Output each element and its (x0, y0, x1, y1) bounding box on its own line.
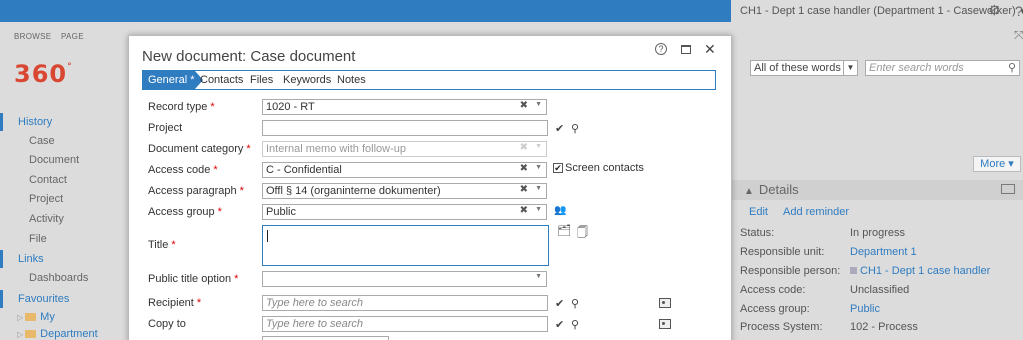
required-marker: * (239, 185, 244, 197)
access-group-label: Access group * (148, 206, 222, 218)
copy-to-input[interactable]: Type here to search (262, 316, 548, 332)
required-marker: * (246, 143, 251, 155)
checkmark-icon[interactable]: ✔ (555, 122, 564, 135)
next-field-input[interactable] (262, 336, 389, 340)
public-title-option-select[interactable]: ▼ (262, 271, 547, 287)
title-label-text: Title (148, 239, 169, 251)
clear-icon[interactable]: ✖ (520, 100, 528, 111)
access-group-value: Public (266, 206, 296, 218)
tab-contacts[interactable]: Contacts (200, 74, 243, 86)
help-icon[interactable]: ? (655, 43, 667, 55)
project-label: Project (148, 122, 183, 134)
search-icon[interactable]: ⚲ (571, 318, 579, 331)
clear-icon[interactable]: ✖ (520, 205, 528, 216)
document-category-label: Document category * (148, 143, 251, 155)
close-icon[interactable]: ✕ (704, 41, 716, 58)
chevron-down-icon[interactable]: ▼ (535, 185, 542, 192)
required-marker: * (213, 164, 218, 176)
record-type-select[interactable]: 1020 - RT ✖ ▼ (262, 99, 547, 115)
chevron-down-icon: ▼ (535, 143, 542, 150)
record-type-label-text: Record type (148, 101, 208, 113)
access-paragraph-value: Offl § 14 (organinterne dokumenter) (266, 185, 441, 197)
chevron-down-icon[interactable]: ▼ (535, 164, 542, 171)
access-paragraph-label: Access paragraph * (148, 185, 244, 197)
access-code-value: C - Confidential (266, 164, 342, 176)
tab-files[interactable]: Files (250, 74, 273, 86)
required-marker: * (171, 239, 176, 251)
clear-icon[interactable]: ✖ (520, 163, 528, 174)
recipient-label-text: Recipient (148, 297, 194, 309)
new-document-dialog: New document: Case document ? ✕ General … (128, 35, 732, 340)
chevron-down-icon[interactable]: ▼ (535, 273, 542, 280)
tab-notes[interactable]: Notes (337, 74, 366, 86)
recipient-placeholder: Type here to search (266, 297, 364, 309)
chevron-down-icon[interactable]: ▼ (535, 206, 542, 213)
search-icon[interactable]: ⚲ (571, 297, 579, 310)
chevron-down-icon[interactable]: ▼ (535, 101, 542, 108)
recipient-input[interactable]: Type here to search (262, 295, 548, 311)
document-category-label-text: Document category (148, 143, 244, 155)
access-code-label-text: Access code (148, 164, 211, 176)
tab-keywords[interactable]: Keywords (283, 74, 331, 86)
templates-icon[interactable]: 🗂 (557, 224, 571, 237)
search-icon[interactable]: ⚲ (571, 122, 579, 135)
required-marker: * (217, 206, 222, 218)
access-code-label: Access code * (148, 164, 218, 176)
title-textarea[interactable] (262, 225, 549, 266)
document-category-select: Internal memo with follow-up ✖ ▼ (262, 141, 547, 157)
dialog-tabs: General * Contacts Files Keywords Notes (142, 70, 716, 90)
project-input[interactable] (262, 120, 548, 136)
required-marker: * (234, 273, 239, 285)
access-paragraph-label-text: Access paragraph (148, 185, 237, 197)
contact-card-icon[interactable] (659, 298, 671, 308)
maximize-icon[interactable] (681, 45, 691, 54)
public-title-option-label: Public title option * (148, 273, 238, 285)
title-label: Title * (148, 239, 176, 251)
clear-icon: ✖ (519, 142, 528, 153)
copy-document-icon[interactable]: 🗍 (577, 224, 588, 243)
required-marker: * (196, 297, 202, 309)
screen-contacts-checkbox[interactable]: ✔ (553, 163, 563, 173)
record-type-label: Record type * (148, 101, 215, 113)
public-title-option-label-text: Public title option (148, 273, 232, 285)
checkmark-icon[interactable]: ✔ (555, 297, 564, 310)
record-type-value: 1020 - RT (266, 101, 315, 113)
dialog-title: New document: Case document (142, 48, 356, 65)
checkmark-icon[interactable]: ✔ (555, 318, 564, 331)
text-cursor (267, 230, 268, 242)
required-marker: * (210, 101, 215, 113)
access-code-select[interactable]: C - Confidential ✖ ▼ (262, 162, 547, 178)
copy-to-label: Copy to (148, 318, 186, 330)
screen-contacts-label: Screen contacts (565, 162, 644, 174)
document-category-value: Internal memo with follow-up (266, 143, 407, 155)
copy-to-placeholder: Type here to search (266, 318, 364, 330)
access-group-select[interactable]: Public ✖ ▼ (262, 204, 547, 220)
group-members-icon[interactable]: 👥 (554, 205, 566, 216)
recipient-label: Recipient * (148, 297, 201, 309)
contact-card-icon[interactable] (659, 319, 671, 329)
access-paragraph-select[interactable]: Offl § 14 (organinterne dokumenter) ✖ ▼ (262, 183, 547, 199)
access-group-label-text: Access group (148, 206, 215, 218)
tab-general[interactable]: General * (143, 71, 203, 89)
clear-icon[interactable]: ✖ (520, 184, 528, 195)
